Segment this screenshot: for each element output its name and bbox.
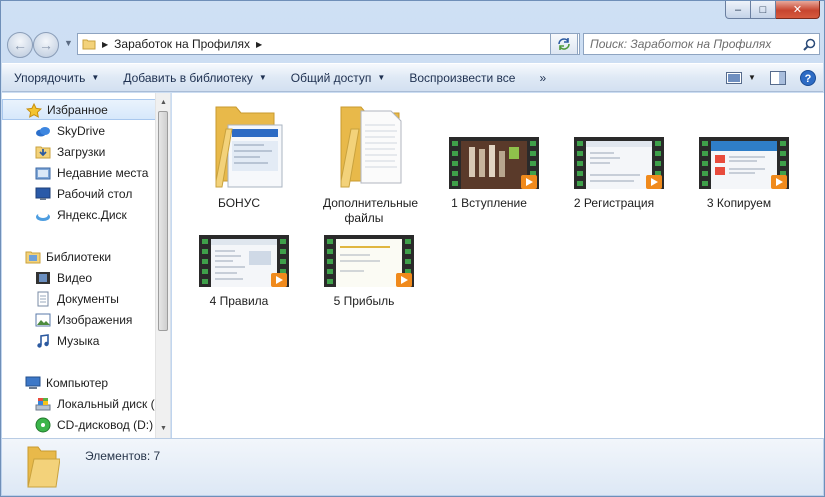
nav-documents[interactable]: Документы: [2, 288, 156, 309]
navigation-row: ← → ▼ ▶ Заработок на Профилях ▶ ▼ Поиск:…: [7, 29, 820, 61]
recent-places-icon: [35, 167, 51, 180]
nav-computer[interactable]: Компьютер: [2, 372, 156, 393]
pictures-icon: [35, 313, 51, 327]
video-file-icon: [324, 235, 414, 291]
breadcrumb-chevron-icon[interactable]: ▶: [256, 40, 262, 49]
folder-icon: [340, 106, 402, 188]
nav-skydrive[interactable]: SkyDrive: [2, 120, 156, 141]
command-bar: Упорядочить ▼ Добавить в библиотеку ▼ Общи…: [2, 63, 823, 92]
back-arrow-icon: ←: [13, 37, 27, 53]
file-item[interactable]: 1 Вступление: [434, 103, 544, 211]
dropdown-arrow-icon: ▼: [377, 73, 386, 82]
file-name: 3 Копируем: [706, 196, 772, 210]
file-name: 1 Вступление: [451, 196, 527, 210]
nav-videos[interactable]: Видео: [2, 267, 156, 288]
back-button[interactable]: ←: [7, 32, 33, 58]
svg-text:?: ?: [805, 73, 812, 85]
minimize-button[interactable]: –: [725, 1, 751, 19]
file-name: 2 Регистрация: [573, 196, 655, 210]
documents-icon: [37, 291, 49, 307]
desktop-icon: [35, 187, 51, 200]
search-input[interactable]: Поиск: Заработок на Профилях: [590, 37, 799, 51]
folder-icon: [215, 106, 283, 188]
refresh-button[interactable]: [550, 33, 578, 55]
nav-recent-places[interactable]: Недавние места: [2, 162, 156, 183]
add-to-library-menu[interactable]: Добавить в библиотеку ▼: [111, 64, 278, 91]
file-item[interactable]: БОНУС: [184, 103, 294, 211]
music-note-icon: [37, 334, 49, 348]
search-icon[interactable]: [799, 38, 819, 51]
cloud-icon: [36, 127, 50, 137]
file-list[interactable]: БОНУС Дополнительные файлы 1 Вступление …: [172, 93, 824, 438]
item-count: Элементов: 7: [85, 449, 161, 463]
local-disk-icon: [35, 398, 51, 411]
nav-favorites[interactable]: Избранное: [2, 99, 156, 120]
scroll-down-icon[interactable]: ▼: [156, 421, 170, 436]
preview-pane-icon: [770, 70, 786, 85]
nav-desktop[interactable]: Рабочий стол: [2, 183, 156, 204]
dropdown-arrow-icon: ▼: [258, 73, 267, 82]
nav-libraries[interactable]: Библиотеки: [2, 246, 156, 267]
caption-buttons: – □ ✕: [725, 1, 820, 19]
video-file-icon: [449, 137, 539, 193]
nav-local-disk[interactable]: Локальный диск (: [2, 393, 156, 414]
file-item[interactable]: 2 Регистрация: [559, 103, 669, 211]
navigation-pane[interactable]: Избранное SkyDrive Загрузки Недавние мес…: [2, 93, 171, 438]
video-library-icon: [36, 272, 50, 284]
file-name: 4 Правила: [209, 294, 269, 308]
details-pane: Элементов: 7: [2, 438, 823, 495]
breadcrumb-chevron-icon[interactable]: ▶: [102, 40, 108, 49]
file-item[interactable]: 4 Правила: [184, 201, 294, 309]
breadcrumb-current[interactable]: Заработок на Профилях: [114, 37, 250, 51]
nav-cd-drive[interactable]: CD-дисковод (D:): [2, 414, 156, 435]
share-with-menu[interactable]: Общий доступ ▼: [279, 64, 398, 91]
nav-music[interactable]: Музыка: [2, 330, 156, 351]
libraries-icon: [25, 251, 41, 264]
help-button[interactable]: ?: [793, 64, 823, 91]
nav-scrollbar[interactable]: ▲ ▼: [155, 93, 170, 438]
nav-yandex-disk[interactable]: Яндекс.Диск: [2, 204, 156, 225]
recent-pages-dropdown[interactable]: ▼: [64, 38, 73, 48]
close-button[interactable]: ✕: [776, 1, 820, 19]
address-bar[interactable]: ▶ Заработок на Профилях ▶ ▼: [77, 33, 580, 55]
refresh-icon: [558, 38, 570, 50]
dropdown-arrow-icon: ▼: [748, 73, 756, 82]
nav-downloads[interactable]: Загрузки: [2, 141, 156, 162]
folder-icon: [27, 446, 60, 488]
maximize-button[interactable]: □: [751, 1, 776, 19]
preview-pane-button[interactable]: [763, 64, 793, 91]
search-box[interactable]: Поиск: Заработок на Профилях: [583, 33, 820, 55]
computer-icon: [25, 376, 41, 389]
view-icon: [726, 71, 743, 84]
video-file-icon: [574, 137, 664, 193]
downloads-folder-icon: [35, 146, 51, 159]
folder-icon: [82, 39, 96, 50]
star-icon: [26, 103, 42, 118]
yandex-disk-icon: [36, 212, 50, 221]
file-item[interactable]: 3 Копируем: [684, 103, 794, 211]
organize-menu[interactable]: Упорядочить ▼: [2, 64, 111, 91]
toolbar-right: ▼ ?: [719, 64, 823, 91]
nav-pictures[interactable]: Изображения: [2, 309, 156, 330]
video-file-icon: [199, 235, 289, 291]
dropdown-arrow-icon: ▼: [91, 73, 100, 82]
play-all-button[interactable]: Воспроизвести все: [397, 64, 527, 91]
cd-drive-icon: [35, 417, 51, 433]
more-commands-button[interactable]: »: [527, 64, 558, 91]
video-file-icon: [699, 137, 789, 193]
file-name: 5 Прибыль: [333, 294, 395, 308]
explorer-window: – □ ✕ ← → ▼ ▶ Заработок на Профилях ▶ ▼: [0, 0, 825, 497]
forward-arrow-icon: →: [39, 37, 53, 53]
change-view-button[interactable]: ▼: [719, 64, 763, 91]
forward-button[interactable]: →: [33, 32, 59, 58]
help-icon: ?: [800, 69, 816, 86]
file-item[interactable]: 5 Прибыль: [309, 201, 419, 309]
scroll-up-icon[interactable]: ▲: [156, 95, 170, 110]
scroll-thumb[interactable]: [158, 111, 168, 331]
